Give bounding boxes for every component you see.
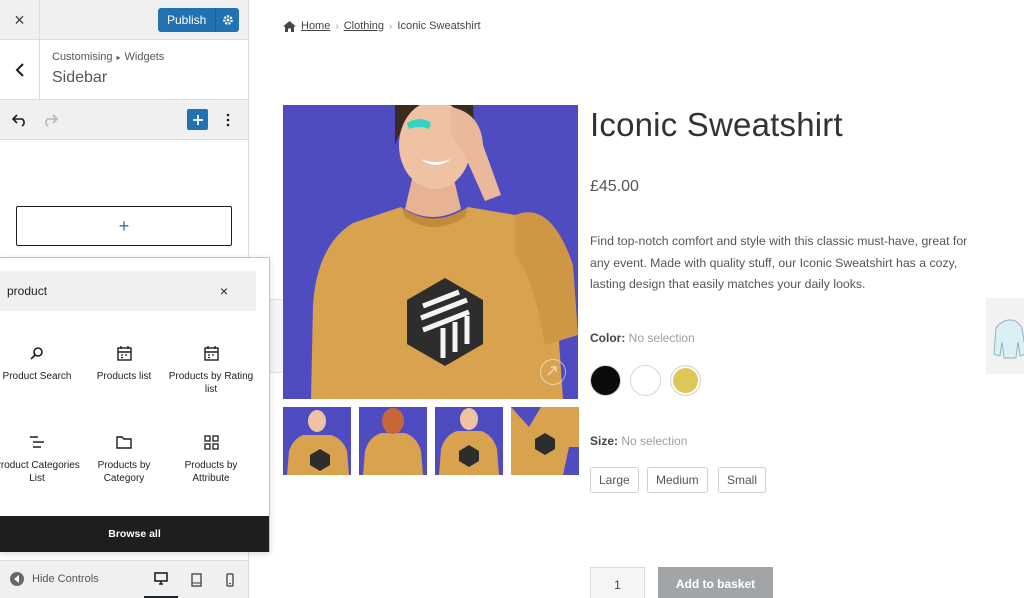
gallery-thumbnail[interactable]	[435, 407, 503, 475]
grid-icon	[167, 430, 255, 454]
block-appender-button[interactable]: +	[16, 206, 232, 246]
block-label: Product Categories List	[0, 460, 80, 484]
block-product-search[interactable]: Product Search	[0, 341, 81, 423]
back-button[interactable]	[0, 40, 40, 99]
block-search-input[interactable]: product	[7, 284, 47, 298]
breadcrumb: Home › Clothing › Iconic Sweatshirt	[283, 20, 481, 32]
color-swatch-white[interactable]	[630, 365, 661, 396]
home-icon	[283, 20, 296, 32]
breadcrumb-root: Customising	[52, 51, 113, 63]
list-icon	[0, 430, 81, 454]
zoom-icon	[547, 366, 557, 376]
desktop-icon	[154, 572, 168, 585]
breadcrumb-separator-icon: ›	[389, 20, 393, 32]
block-label: Product Search	[2, 371, 72, 382]
more-options-button[interactable]	[216, 108, 240, 132]
add-to-basket-button[interactable]: Add to basket	[658, 567, 773, 598]
color-label: Color:	[590, 331, 626, 345]
section-breadcrumb: Customising ▸ Widgets	[52, 51, 164, 63]
gallery-thumbnail[interactable]	[359, 407, 427, 475]
quantity-input[interactable]: 1	[590, 567, 645, 598]
block-label: Products by Attribute	[184, 460, 238, 484]
hide-controls-button[interactable]: Hide Controls	[10, 572, 99, 586]
next-product-link[interactable]	[986, 298, 1024, 374]
breadcrumb-separator-icon: ›	[335, 20, 339, 32]
calendar-icon	[167, 341, 255, 365]
publish-group: Publish	[158, 8, 240, 32]
color-swatch-yellow[interactable]	[670, 365, 701, 396]
publish-settings-button[interactable]	[215, 8, 240, 32]
product-main-image[interactable]	[283, 105, 578, 399]
calendar-icon	[80, 341, 168, 365]
block-products-by-attribute[interactable]: Products by Attribute	[167, 430, 255, 512]
block-label: Products list	[96, 371, 152, 382]
customizer-header: × Publish	[0, 0, 248, 40]
product-price: £45.00	[590, 178, 639, 195]
chevron-left-icon	[15, 62, 24, 77]
preview-desktop-button[interactable]	[144, 561, 178, 598]
color-selection: No selection	[628, 331, 695, 345]
gallery-thumbnail[interactable]	[283, 407, 351, 475]
search-icon	[0, 341, 81, 365]
publish-button[interactable]: Publish	[158, 8, 216, 32]
breadcrumb-current: Iconic Sweatshirt	[397, 20, 481, 32]
undo-button[interactable]	[8, 108, 32, 132]
hide-controls-label: Hide Controls	[32, 573, 99, 585]
mobile-icon	[226, 573, 234, 587]
breadcrumb-home-link[interactable]: Home	[301, 20, 330, 32]
site-preview: Home › Clothing › Iconic Sweatshirt Icon…	[249, 0, 1024, 598]
more-vertical-icon	[226, 113, 230, 127]
preview-mobile-button[interactable]	[213, 561, 247, 598]
size-option-medium[interactable]: Medium	[647, 467, 708, 493]
block-products-by-category[interactable]: Products by Category	[80, 430, 168, 512]
undo-icon	[12, 114, 25, 127]
size-option-small[interactable]: Small	[718, 467, 767, 493]
product-description: Find top-notch comfort and style with th…	[590, 234, 968, 291]
section-header: Customising ▸ Widgets Sidebar	[0, 40, 248, 100]
gear-icon	[223, 15, 233, 25]
product-thumbnail-icon	[993, 319, 1024, 359]
color-attribute-label: Color: No selection	[590, 331, 695, 345]
block-search-field[interactable]: product ×	[0, 271, 256, 311]
tablet-icon	[190, 573, 202, 587]
clear-search-button[interactable]: ×	[213, 280, 235, 302]
size-label: Size:	[590, 434, 619, 448]
redo-button[interactable]	[38, 108, 62, 132]
section-title: Sidebar	[52, 69, 108, 86]
block-label: Products by Category	[97, 460, 151, 484]
breadcrumb-category-link[interactable]: Clothing	[344, 20, 384, 32]
folder-icon	[80, 430, 168, 454]
add-block-button[interactable]	[187, 109, 208, 130]
block-label: Products by Rating list	[168, 371, 254, 395]
plus-icon: +	[118, 215, 130, 236]
size-attribute-label: Size: No selection	[590, 434, 687, 448]
close-icon: ×	[14, 9, 25, 30]
close-button[interactable]: ×	[0, 0, 40, 40]
block-products-by-rating[interactable]: Products by Rating list	[167, 341, 255, 423]
block-toolbar	[0, 100, 248, 140]
plus-icon	[192, 114, 203, 125]
breadcrumb-arrow-icon: ▸	[116, 53, 121, 62]
product-title: Iconic Sweatshirt	[590, 106, 843, 143]
browse-all-button[interactable]: Browse all	[0, 516, 269, 552]
block-product-categories[interactable]: Product Categories List	[0, 430, 81, 512]
block-inserter-popover: product × Product Search Products list P…	[0, 257, 270, 552]
customizer-footer: Hide Controls	[0, 560, 248, 598]
zoom-button[interactable]	[540, 359, 566, 385]
block-products-list[interactable]: Products list	[80, 341, 168, 423]
preview-tablet-button[interactable]	[179, 561, 213, 598]
size-selection: No selection	[621, 434, 688, 448]
gallery-thumbnail[interactable]	[511, 407, 579, 475]
collapse-icon	[10, 572, 24, 586]
redo-icon	[45, 114, 58, 127]
color-swatch-black[interactable]	[590, 365, 621, 396]
breadcrumb-child: Widgets	[124, 51, 165, 63]
size-option-large[interactable]: Large	[590, 467, 639, 493]
